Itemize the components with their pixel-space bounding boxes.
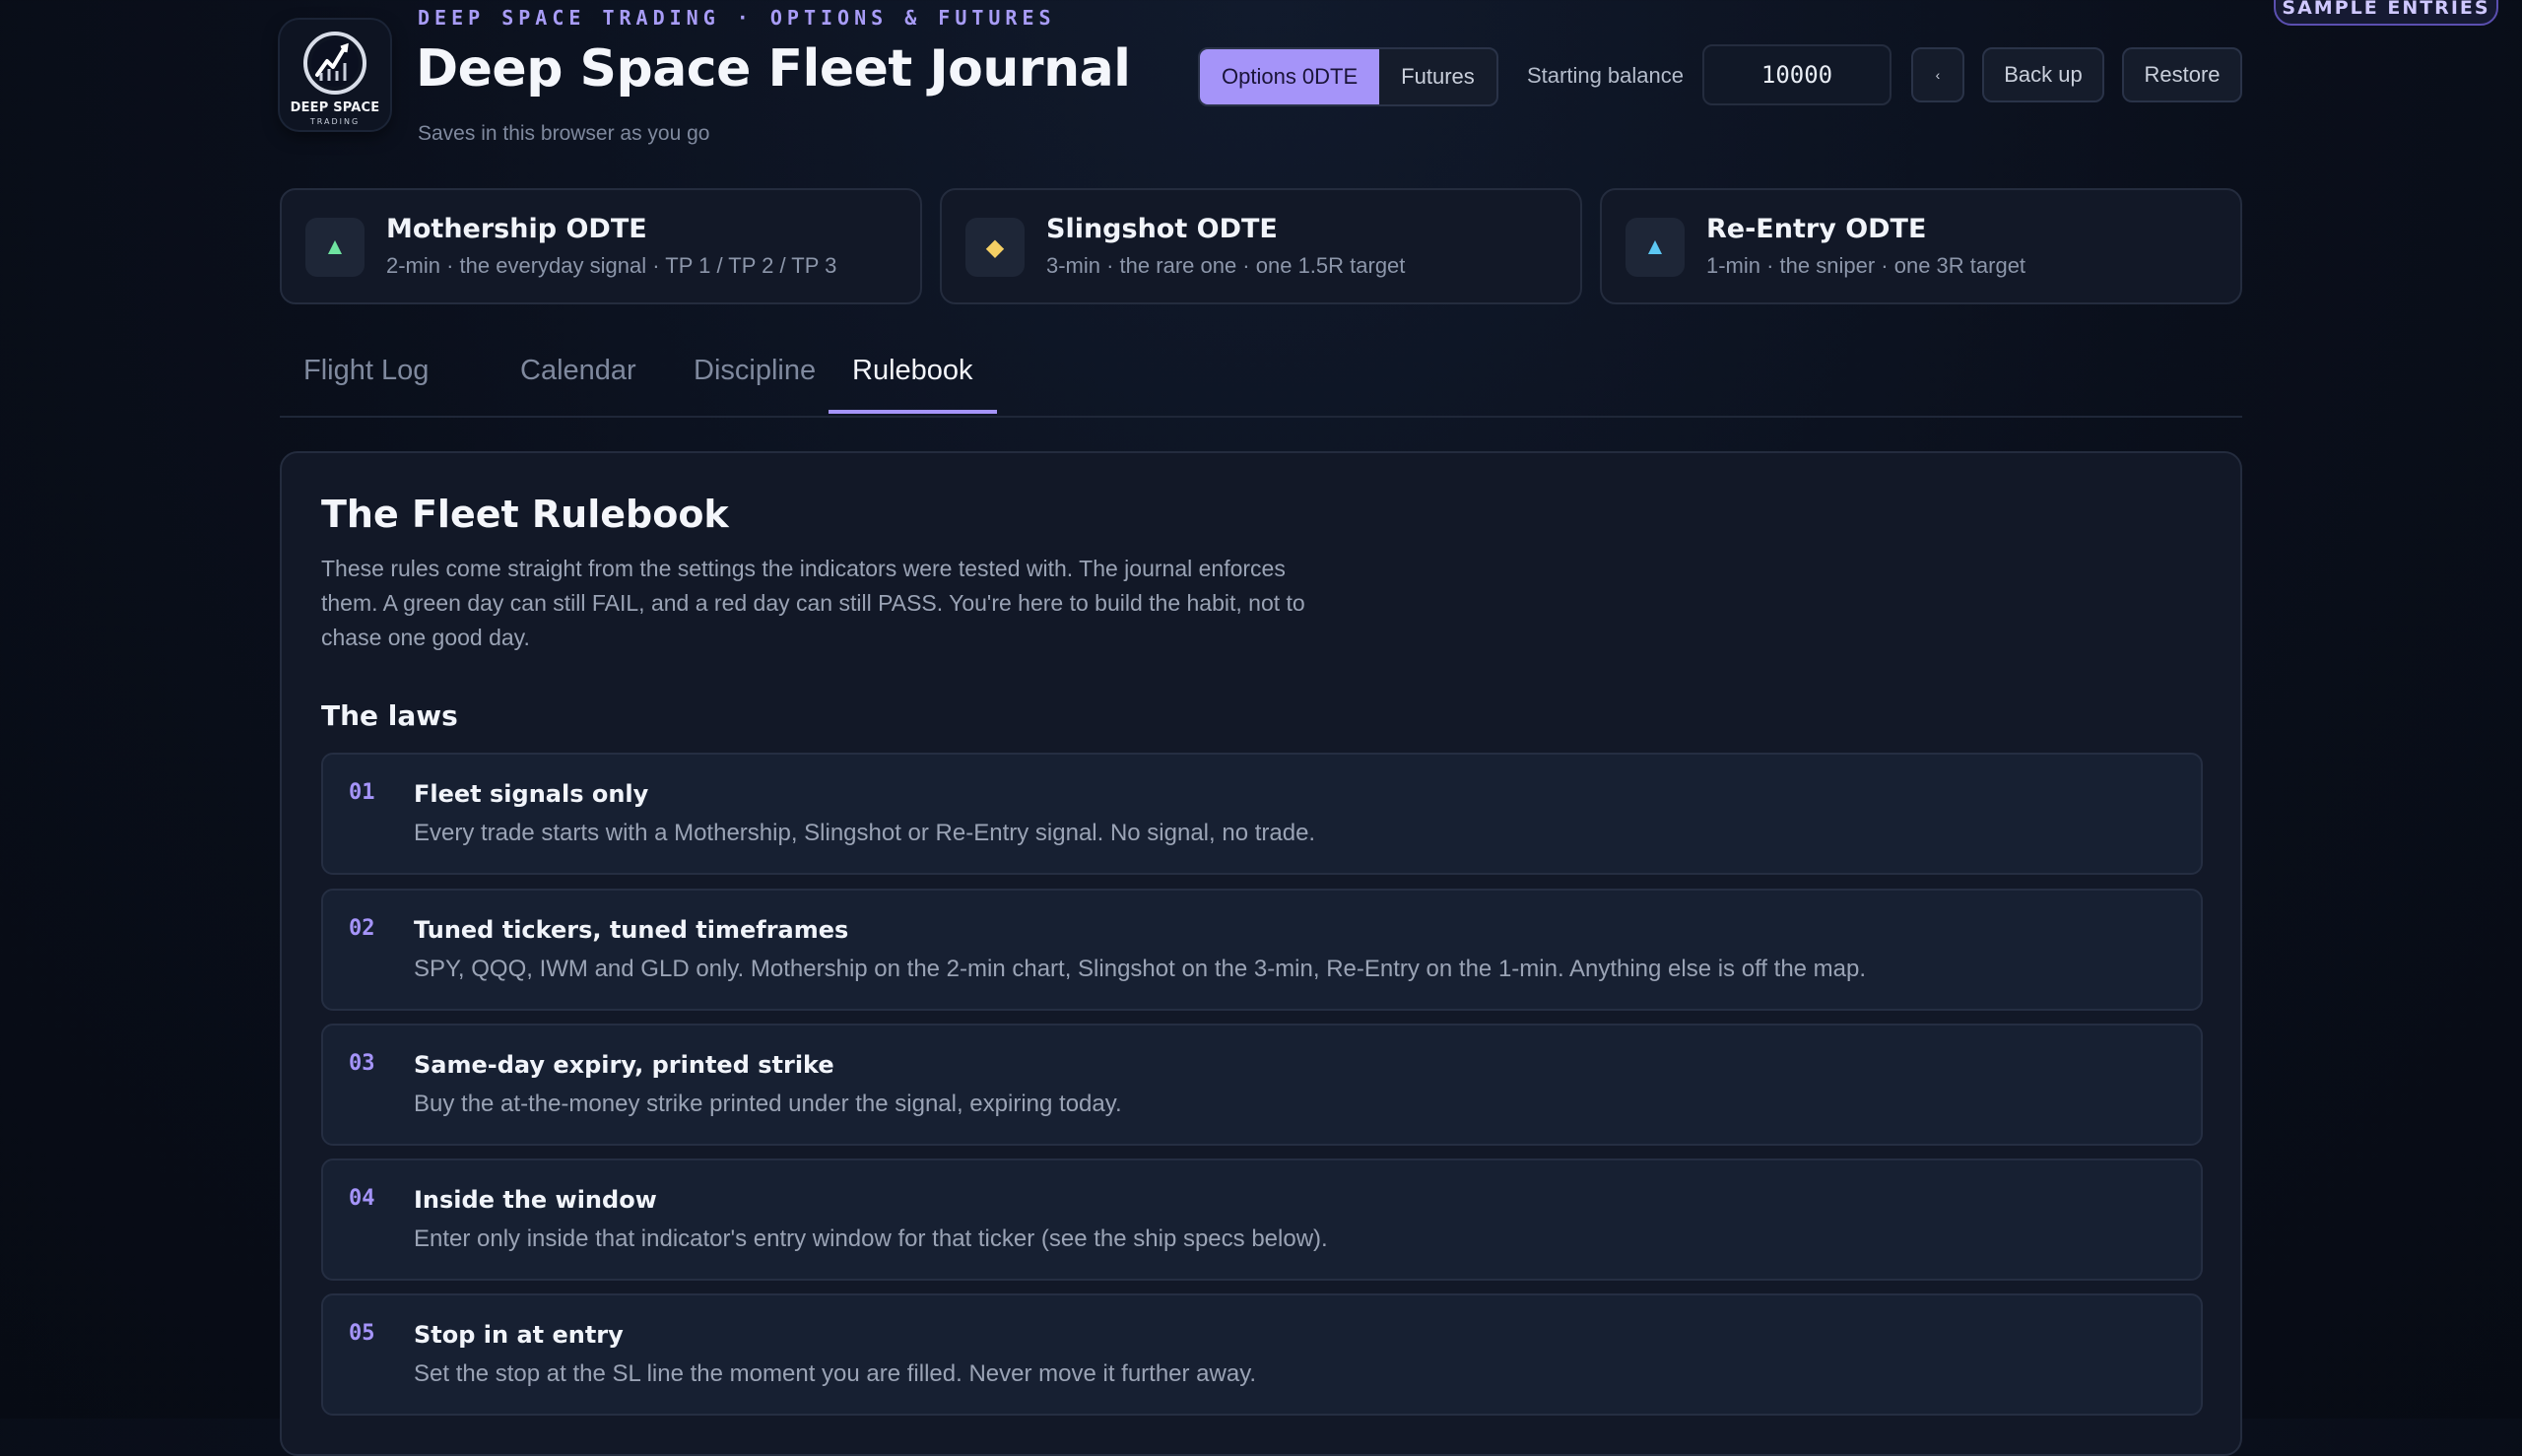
rulebook-description: These rules come straight from the setti… (321, 556, 1305, 650)
signal-name: Slingshot ODTE (1046, 214, 1278, 244)
law-description: Buy the at-the-money strike printed unde… (414, 1091, 1122, 1117)
signal-card-slingshot[interactable]: ◆ Slingshot ODTE 3-min · the rare one · … (940, 188, 1582, 304)
rulebook-panel: The Fleet Rulebook These rules come stra… (280, 451, 2242, 1456)
law-number: 01 (349, 780, 375, 805)
law-number: 03 (349, 1051, 375, 1076)
logo-title: DEEP SPACE (290, 100, 380, 115)
triangle-up-icon: ▲ (305, 218, 365, 277)
law-item: 05 Stop in at entry Set the stop at the … (321, 1293, 2203, 1416)
law-title: Inside the window (414, 1186, 657, 1214)
law-title: Fleet signals only (414, 780, 649, 808)
law-description: Set the stop at the SL line the moment y… (414, 1360, 1257, 1387)
law-item: 04 Inside the window Enter only inside t… (321, 1158, 2203, 1281)
law-number: 05 (349, 1321, 375, 1346)
signal-desc: 2-min · the everyday signal · TP 1 / TP … (386, 253, 837, 278)
law-description: SPY, QQQ, IWM and GLD only. Mothership o… (414, 956, 1867, 982)
mode-futures[interactable]: Futures (1379, 49, 1496, 104)
diamond-icon: ◆ (965, 218, 1025, 277)
signal-desc: 3-min · the rare one · one 1.5R target (1046, 253, 1406, 278)
law-item: 03 Same-day expiry, printed strike Buy t… (321, 1024, 2203, 1146)
signal-desc: 1-min · the sniper · one 3R target (1706, 253, 2026, 278)
backup-button[interactable]: Back up (1982, 47, 2104, 102)
law-title: Same-day expiry, printed strike (414, 1051, 834, 1079)
mode-toggle: Options 0DTE Futures (1198, 47, 1498, 106)
main-tabs: Flight Log Calendar Discipline Rulebook (280, 345, 2242, 418)
starting-balance-label: Starting balance (1527, 63, 1684, 88)
law-title: Stop in at entry (414, 1321, 624, 1349)
triangle-up-icon: ▲ (1626, 218, 1685, 277)
law-item: 02 Tuned tickers, tuned timeframes SPY, … (321, 889, 2203, 1011)
tab-flight-log[interactable]: Flight Log (280, 355, 452, 414)
mode-options-0dte[interactable]: Options 0DTE (1200, 49, 1380, 104)
restore-button[interactable]: Restore (2122, 47, 2242, 102)
law-number: 02 (349, 916, 375, 941)
starting-balance-input[interactable] (1702, 44, 1892, 105)
tab-rulebook[interactable]: Rulebook (829, 355, 997, 414)
law-number: 04 (349, 1186, 375, 1211)
page-title: Deep Space Fleet Journal (416, 39, 1131, 99)
signal-name: Re-Entry ODTE (1706, 214, 1927, 244)
app-container: DEEP SPACE TRADING DEEP SPACE TRADING · … (280, 0, 2242, 1456)
brand-eyebrow: DEEP SPACE TRADING · OPTIONS & FUTURES (418, 6, 1056, 30)
laws-heading: The laws (321, 699, 458, 732)
header: DEEP SPACE TRADING DEEP SPACE TRADING · … (280, 0, 2242, 167)
app-logo: DEEP SPACE TRADING (280, 20, 390, 130)
collapse-button[interactable]: ‹ (1911, 47, 1964, 102)
sample-entries-badge[interactable]: SAMPLE ENTRIES (2274, 0, 2498, 26)
tab-calendar[interactable]: Calendar (497, 355, 660, 414)
tab-discipline[interactable]: Discipline (670, 355, 839, 414)
chevron-left-icon: ‹ (1935, 67, 1941, 83)
rulebook-title: The Fleet Rulebook (321, 493, 729, 536)
rocket-logo-icon (303, 32, 366, 95)
signal-card-re-entry[interactable]: ▲ Re-Entry ODTE 1-min · the sniper · one… (1600, 188, 2242, 304)
law-item: 01 Fleet signals only Every trade starts… (321, 753, 2203, 875)
logo-subtitle: TRADING (309, 117, 361, 126)
law-description: Enter only inside that indicator's entry… (414, 1225, 1328, 1252)
autosave-note: Saves in this browser as you go (418, 122, 710, 145)
signal-card-mothership[interactable]: ▲ Mothership ODTE 2-min · the everyday s… (280, 188, 922, 304)
law-title: Tuned tickers, tuned timeframes (414, 916, 849, 944)
law-description: Every trade starts with a Mothership, Sl… (414, 820, 1316, 846)
signal-name: Mothership ODTE (386, 214, 647, 244)
signal-cards: ▲ Mothership ODTE 2-min · the everyday s… (280, 188, 2242, 304)
